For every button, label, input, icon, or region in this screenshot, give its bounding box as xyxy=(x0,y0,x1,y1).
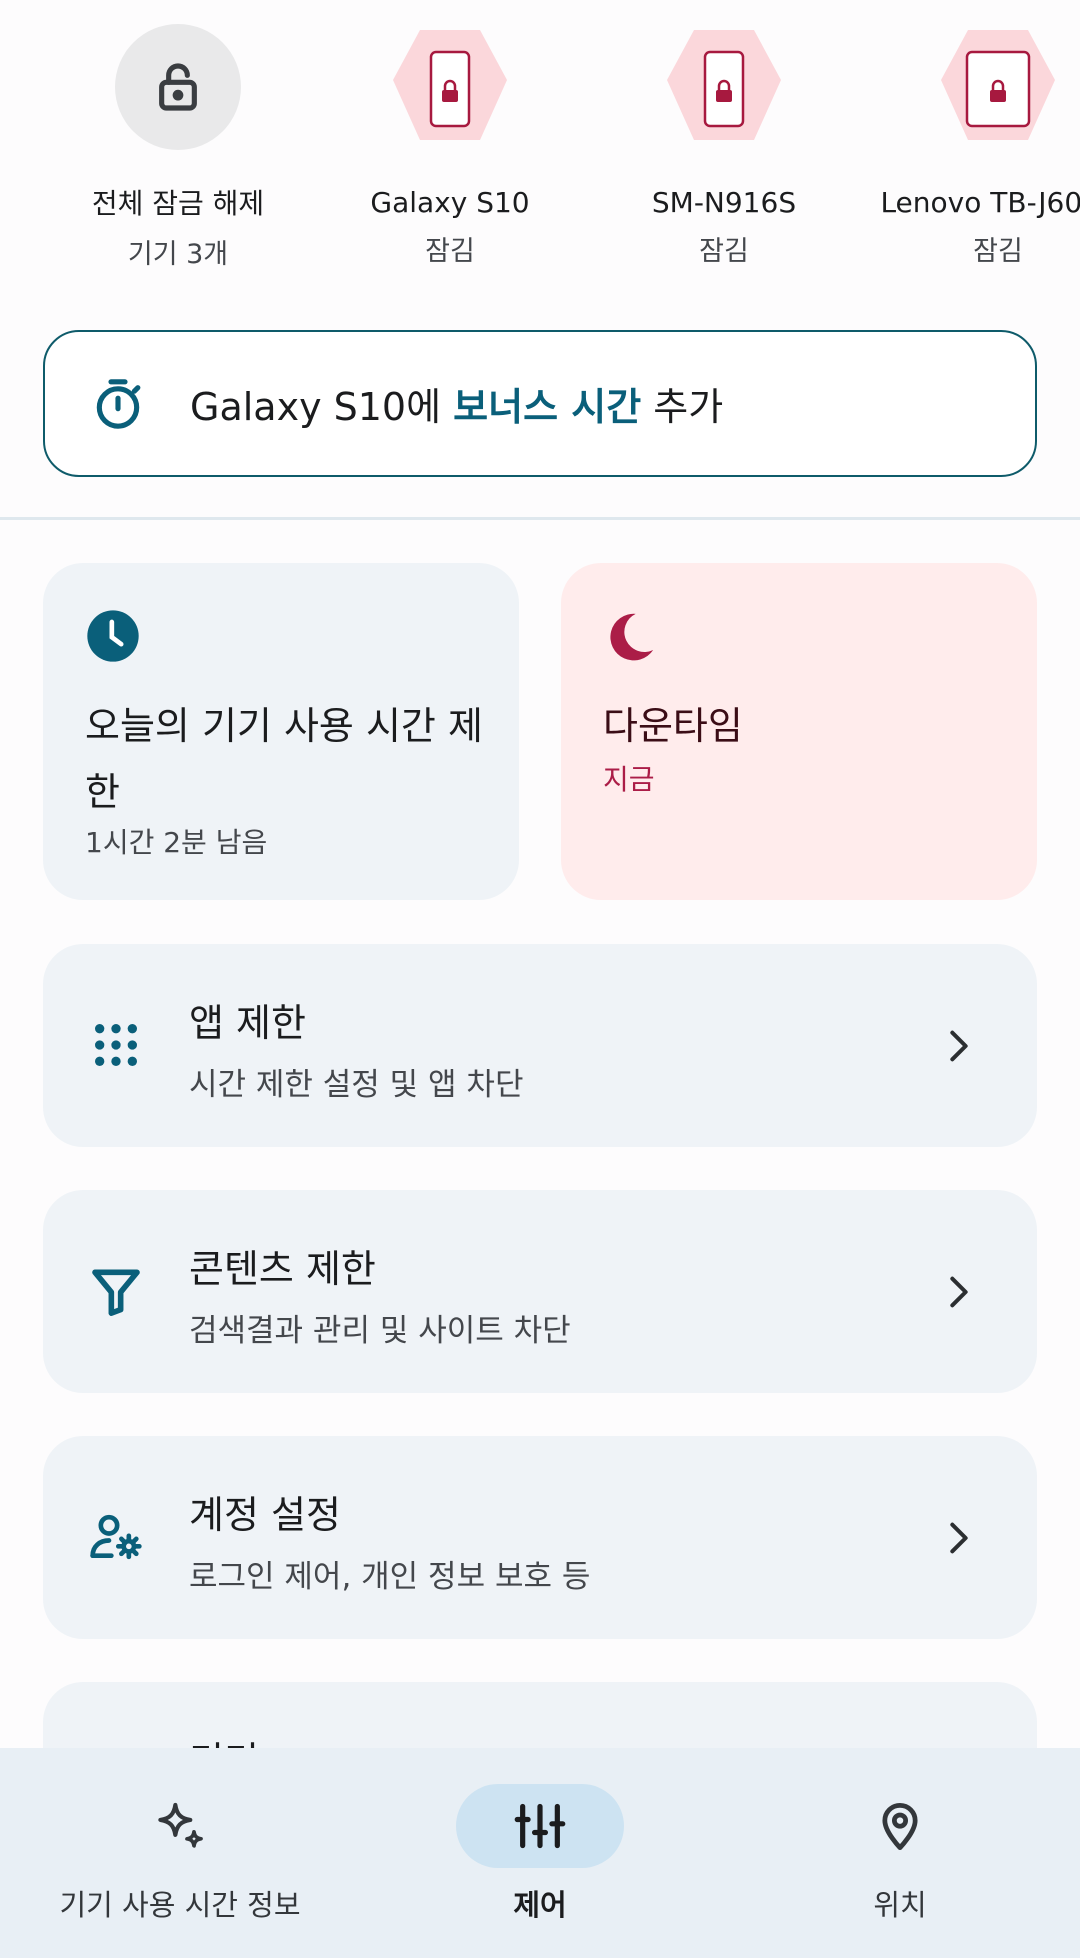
sparkle-icon xyxy=(158,1802,203,1848)
daily-limit-card[interactable]: 오늘의 기기 사용 시간 제한 1시간 2분 남음 xyxy=(43,563,519,900)
nav-controls[interactable]: 제어 xyxy=(360,1748,720,1958)
nav-label: 기기 사용 시간 정보 xyxy=(59,1888,301,1922)
nav-label: 제어 xyxy=(513,1888,567,1922)
locked-phone-icon xyxy=(659,24,789,154)
device-lenovo-tablet[interactable]: Lenovo TB-J606L 잠김 xyxy=(868,24,1080,268)
bonus-highlight-text: 보너스 시간 xyxy=(453,385,642,429)
account-settings-icon xyxy=(90,1514,142,1560)
bonus-device-text: Galaxy S10에 xyxy=(190,385,454,429)
device-galaxy-s10[interactable]: Galaxy S10 잠김 xyxy=(320,24,580,268)
row-subtitle: 로그인 제어, 개인 정보 보호 등 xyxy=(189,1559,591,1595)
bottom-navigation: 기기 사용 시간 정보 제어 위치 xyxy=(0,1748,1080,1958)
device-sm-n916s[interactable]: SM-N916S 잠김 xyxy=(594,24,854,268)
chevron-right-icon xyxy=(950,1030,968,1062)
clock-icon xyxy=(87,610,139,662)
device-name: 전체 잠금 해제 xyxy=(91,187,265,220)
downtime-card[interactable]: 다운타임 지금 xyxy=(561,563,1037,900)
row-subtitle: 검색결과 관리 및 사이트 차단 xyxy=(189,1313,571,1349)
device-name: Galaxy S10 xyxy=(370,186,530,219)
app-limits-row[interactable]: 앱 제한 시간 제한 설정 및 앱 차단 xyxy=(43,944,1037,1147)
device-status: 잠김 xyxy=(973,236,1023,267)
row-subtitle: 시간 제한 설정 및 앱 차단 xyxy=(189,1067,524,1103)
apps-grid-icon xyxy=(95,1024,137,1066)
location-pin-icon xyxy=(882,1803,918,1851)
daily-limit-remaining: 1시간 2분 남음 xyxy=(85,826,268,859)
nav-icon-container xyxy=(96,1784,264,1868)
chevron-right-icon xyxy=(950,1276,968,1308)
locked-phone-icon xyxy=(385,24,515,154)
downtime-status: 지금 xyxy=(603,763,655,796)
moon-icon xyxy=(610,613,654,661)
nav-screen-time-insights[interactable]: 기기 사용 시간 정보 xyxy=(0,1748,360,1958)
nav-location[interactable]: 위치 xyxy=(720,1748,1080,1958)
account-settings-row[interactable]: 계정 설정 로그인 제어, 개인 정보 보호 등 xyxy=(43,1436,1037,1639)
filter-icon xyxy=(92,1269,140,1316)
add-bonus-time-button[interactable]: Galaxy S10에 보너스 시간 추가 xyxy=(43,330,1037,477)
nav-label: 위치 xyxy=(873,1888,927,1922)
sliders-icon xyxy=(514,1803,566,1849)
unlock-icon xyxy=(115,24,241,150)
bonus-suffix-text: 추가 xyxy=(641,385,724,429)
device-status: 기기 3개 xyxy=(127,239,229,270)
device-status: 잠김 xyxy=(425,236,475,267)
device-name: SM-N916S xyxy=(651,186,797,219)
chevron-right-icon xyxy=(950,1522,968,1554)
nav-icon-container xyxy=(816,1784,984,1868)
row-title: 콘텐츠 제한 xyxy=(189,1247,376,1291)
downtime-title: 다운타임 xyxy=(603,704,743,748)
device-selector: 전체 잠금 해제 기기 3개 Galaxy S10 잠김 SM-N916S 잠김 xyxy=(0,0,1080,300)
content-restrictions-row[interactable]: 콘텐츠 제한 검색결과 관리 및 사이트 차단 xyxy=(43,1190,1037,1393)
row-title: 앱 제한 xyxy=(189,1001,306,1045)
device-unlock-all[interactable]: 전체 잠금 해제 기기 3개 xyxy=(48,24,308,271)
locked-tablet-icon xyxy=(933,24,1063,154)
row-title: 계정 설정 xyxy=(189,1493,341,1537)
divider xyxy=(0,517,1080,520)
nav-icon-container xyxy=(456,1784,624,1868)
device-status: 잠김 xyxy=(699,236,749,267)
device-name: Lenovo TB-J606L xyxy=(880,186,1080,219)
bonus-time-label: Galaxy S10에 보너스 시간 추가 xyxy=(190,376,723,431)
timer-icon xyxy=(96,378,141,429)
daily-limit-title: 오늘의 기기 사용 시간 제한 xyxy=(85,704,483,814)
